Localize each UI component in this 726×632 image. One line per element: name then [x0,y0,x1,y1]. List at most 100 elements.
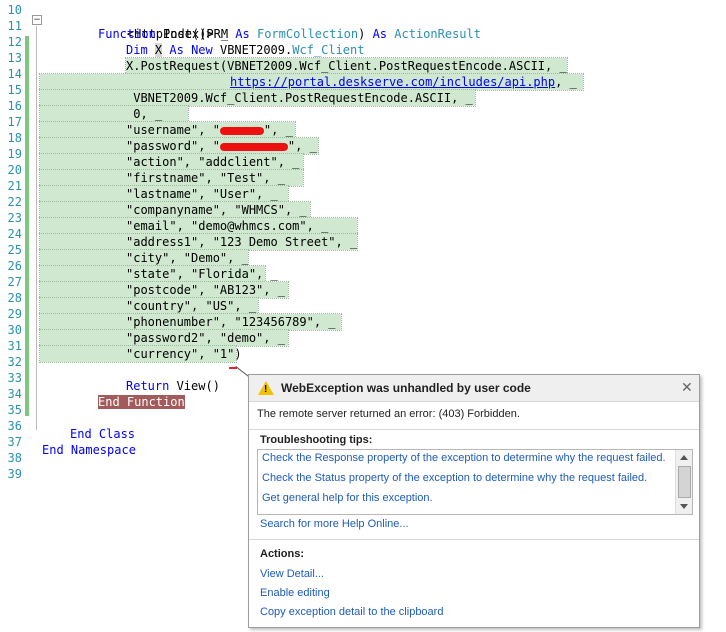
tip-link-response[interactable]: Check the Response property of the excep… [262,452,666,464]
close-icon[interactable]: ✕ [681,379,693,396]
code-line-27[interactable]: "postcode", "AB123", _ [39,281,289,299]
line-number: 18 [7,131,22,145]
exception-assistant-popup[interactable]: ! WebException was unhandled by user cod… [248,374,700,628]
api-url-link[interactable]: https://portal.deskserve.com/includes/ap… [230,75,555,89]
line-number: 10 [7,3,22,17]
tips-scrollbar[interactable] [675,450,692,514]
code-line-26[interactable]: "state", "Florida", _ [39,265,278,283]
code-line-20[interactable]: "firstname", "Test", _ [39,169,304,187]
code-line-15[interactable]: VBNET2009.Wcf_Client.PostRequestEncode.A… [39,89,476,107]
code-text: "lastname", "User", _ [126,187,278,201]
line-number: 26 [7,259,22,273]
code-text: ", _ [287,139,317,153]
line-number: 39 [7,467,22,481]
line-number: 22 [7,195,22,209]
code-text: "firstname", "Test", _ [126,171,285,185]
troubleshooting-heading: Troubleshooting tips: [260,434,373,446]
code-line-24[interactable]: "address1", "123 Demo Street", _ [39,233,358,251]
code-line-18[interactable]: "password", " ", _ [39,137,319,155]
code-line-30[interactable]: "password2", "demo", _ [39,329,289,347]
code-text: View() [169,379,220,393]
code-editor[interactable]: 10 11 12 13 14 15 16 17 18 19 20 21 22 23 24 25 26 27 28 29… [0,0,726,632]
variable-x: X [154,43,163,57]
copy-exception-detail-link[interactable]: Copy exception detail to the clipboard [260,606,443,618]
code-line-36[interactable]: End Class [70,426,135,442]
code-line-31[interactable]: "currency", "1") [39,345,242,363]
code-line-23[interactable]: "email", "demo@whmcs.com", _ [39,217,358,235]
divider [249,429,699,430]
line-number: 19 [7,147,22,161]
line-number: 16 [7,99,22,113]
code-line-19[interactable]: "action", "addclient", _ [39,153,304,171]
enable-editing-link[interactable]: Enable editing [260,587,330,599]
actions-heading: Actions: [260,548,304,560]
code-line-21[interactable]: "lastname", "User", _ [39,185,289,203]
code-line-28[interactable]: "country", "US", _ [39,297,259,315]
divider [249,539,699,540]
line-number: 14 [7,67,22,81]
view-detail-link[interactable]: View Detail... [260,568,324,580]
code-text: , _ [555,75,577,89]
code-text: "currency", "1") [126,347,242,361]
outline-guide [36,26,37,430]
code-line-37[interactable]: End Namespace [42,442,136,458]
code-line-12[interactable]: Dim X As New VBNET2009.Wcf_Client [126,42,364,58]
keyword-as: As [235,27,250,41]
line-number: 34 [7,387,22,401]
code-text: "username", " [126,123,220,137]
line-number: 33 [7,371,22,385]
code-line-14[interactable]: https://portal.deskserve.com/includes/ap… [39,73,584,91]
keyword-end-class: End Class [70,427,136,441]
scroll-down-arrow-icon[interactable] [680,504,688,509]
scroll-thumb[interactable] [678,466,691,498]
line-number: 31 [7,339,22,353]
collapse-toggle[interactable]: − [32,15,42,25]
line-number: 38 [7,451,22,465]
type-name: ActionResult [394,27,481,41]
line-number: 24 [7,227,22,241]
line-number: 35 [7,403,22,417]
code-text: "password", " [126,139,220,153]
code-line-17[interactable]: "username", " ", _ [39,121,296,139]
code-text: "address1", "123 Demo Street", _ [126,235,358,249]
code-line-29[interactable]: "phonenumber", "123456789", _ [39,313,342,331]
end-function-highlighted: End Function [98,395,185,409]
code-text: "state", "Florida", _ [126,267,278,281]
code-text: "city", "Demo", _ [126,251,249,265]
search-help-online-link[interactable]: Search for more Help Online... [260,518,409,530]
troubleshooting-tips-list[interactable]: Check the Response property of the excep… [257,449,693,515]
code-text: "password2", "demo", _ [126,331,285,345]
code-text: Index(PRM [155,27,236,41]
tip-link-general-help[interactable]: Get general help for this exception. [262,492,433,504]
exception-title: WebException was unhandled by user code [281,381,531,395]
scroll-up-arrow-icon[interactable] [680,455,688,460]
keyword-dim: Dim [126,43,148,57]
line-number: 25 [7,243,22,257]
keyword-as-new: As New [169,43,213,57]
redacted-password [219,142,288,151]
change-tracking-bar [25,36,29,416]
line-number: 17 [7,115,22,129]
code-line-11[interactable]: Function Index(PRM As FormCollection) As… [98,26,481,42]
keyword-function: Function [98,27,156,41]
redacted-username [219,126,264,135]
code-line-16[interactable]: 0, _ [39,105,189,123]
code-text: VBNET2009.Wcf_Client.PostRequestEncode.A… [126,91,473,105]
code-line-34[interactable]: End Function [98,394,185,410]
code-text: "phonenumber", "123456789", _ [126,315,336,329]
type-name: FormCollection [256,27,359,41]
code-line-22[interactable]: "companyname", "WHMCS", _ [39,201,311,219]
line-number: 15 [7,83,22,97]
code-text: 0, _ [126,107,163,121]
type-name: Wcf_Client [292,43,365,57]
code-line-25[interactable]: "city", "Demo", _ [39,249,249,267]
line-number: 30 [7,323,22,337]
tip-link-status[interactable]: Check the Status property of the excepti… [262,472,647,484]
code-text: VBNET2009. [212,43,293,57]
code-line-33[interactable]: Return View() [126,378,220,394]
code-line-13[interactable]: X.PostRequest(VBNET2009.Wcf_Client.PostR… [125,57,568,75]
code-text: ", _ [263,123,293,137]
keyword-return: Return [126,379,170,393]
line-number: 11 [7,19,22,33]
code-text: "action", "addclient", _ [126,155,300,169]
